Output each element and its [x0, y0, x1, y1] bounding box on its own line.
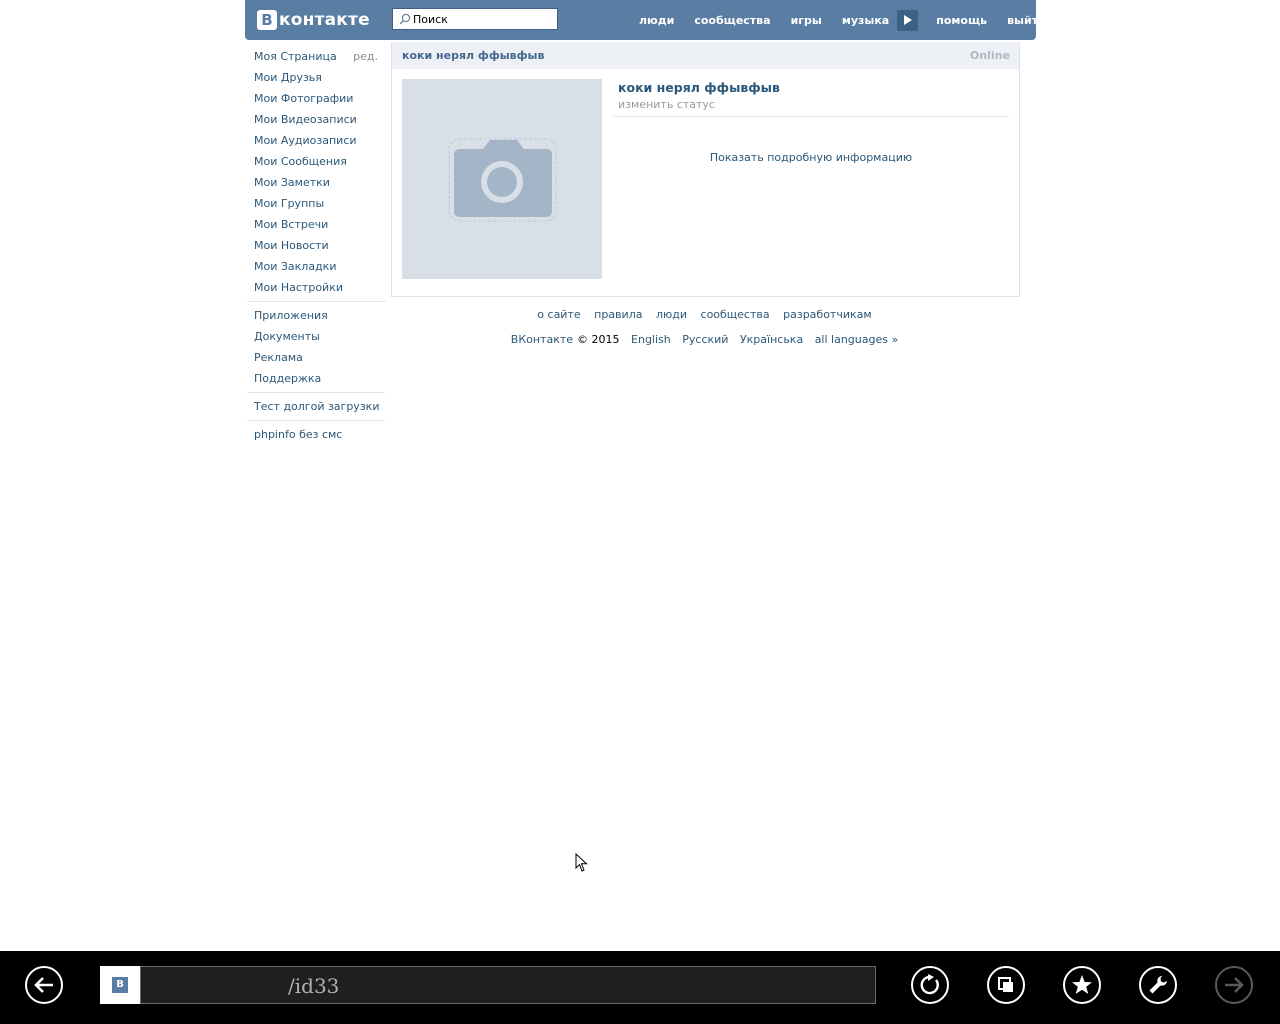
- top-header: В контакте люди сообщества игры музыка п…: [245, 0, 1046, 40]
- sidebar-item-messages[interactable]: Мои Сообщения: [245, 151, 385, 172]
- profile-info: коки нерял ффывфыв изменить статус Показ…: [613, 79, 1009, 164]
- favorites-button[interactable]: [1063, 966, 1101, 1004]
- site-favicon: В: [100, 966, 140, 1004]
- lang-ukrainian[interactable]: Українська: [740, 333, 803, 346]
- sidebar-item-ads[interactable]: Реклама: [245, 347, 385, 368]
- forward-button[interactable]: [1215, 966, 1253, 1004]
- sidebar-item-phpinfo[interactable]: phpinfo без смс: [245, 424, 385, 445]
- lang-all[interactable]: all languages »: [815, 333, 899, 346]
- back-arrow-icon: [34, 977, 53, 993]
- vk-logo[interactable]: В контакте: [257, 8, 370, 32]
- sidebar-item-notes[interactable]: Мои Заметки: [245, 172, 385, 193]
- address-bar[interactable]: [140, 966, 876, 1004]
- footer-link-rules[interactable]: правила: [594, 308, 642, 321]
- footer-copyright: © 2015: [577, 333, 620, 346]
- footer-link-communities[interactable]: сообщества: [701, 308, 770, 321]
- profile-full-name: коки нерял ффывфыв: [618, 80, 780, 95]
- vk-logo-box: В: [257, 10, 277, 30]
- footer-links: о сайте правила люди сообщества разработ…: [391, 308, 1018, 321]
- change-status-link[interactable]: изменить статус: [613, 98, 1009, 111]
- sidebar-item-settings[interactable]: Мои Настройки: [245, 277, 385, 298]
- nav-music[interactable]: музыка: [832, 14, 899, 27]
- left-sidebar: Моя Страница ред. Мои Друзья Мои Фотограф…: [245, 46, 385, 445]
- refresh-button[interactable]: [911, 966, 949, 1004]
- sidebar-divider: [247, 301, 385, 302]
- sidebar-item-load-test[interactable]: Тест долгой загрузки: [245, 396, 385, 417]
- sidebar-item-events[interactable]: Мои Встречи: [245, 214, 385, 235]
- nav-communities[interactable]: сообщества: [684, 14, 780, 27]
- play-icon: [903, 15, 912, 25]
- url-input[interactable]: [286, 973, 790, 999]
- music-play-button[interactable]: [897, 9, 919, 31]
- refresh-icon: [920, 974, 939, 995]
- vk-favicon-icon: В: [112, 977, 128, 993]
- tabs-icon: [998, 977, 1013, 992]
- profile-header: коки нерял ффывфыв Online: [392, 42, 1019, 69]
- search-input[interactable]: [413, 12, 553, 26]
- star-icon: [1072, 975, 1092, 994]
- vk-logo-text: контакте: [279, 10, 370, 30]
- camera-icon: [448, 138, 557, 222]
- sidebar-item-my-page[interactable]: Моя Страница ред.: [245, 46, 385, 67]
- profile-header-name: коки нерял ффывфыв: [402, 49, 545, 62]
- avatar[interactable]: [402, 79, 602, 279]
- tabs-button[interactable]: [987, 966, 1025, 1004]
- nav-people[interactable]: люди: [629, 14, 684, 27]
- sidebar-item-apps[interactable]: Приложения: [245, 305, 385, 326]
- info-divider: [613, 116, 1009, 117]
- sidebar-item-news[interactable]: Мои Новости: [245, 235, 385, 256]
- lang-english[interactable]: English: [631, 333, 671, 346]
- sidebar-item-groups[interactable]: Мои Группы: [245, 193, 385, 214]
- forward-arrow-icon: [1225, 977, 1244, 993]
- nav-games[interactable]: игры: [781, 14, 832, 27]
- footer-link-developers[interactable]: разработчикам: [783, 308, 872, 321]
- footer-brand-link[interactable]: ВКонтакте: [511, 333, 573, 346]
- footer-link-people[interactable]: люди: [656, 308, 687, 321]
- lang-russian[interactable]: Русский: [682, 333, 728, 346]
- search-box[interactable]: [392, 8, 558, 30]
- search-icon: [399, 13, 411, 25]
- sidebar-item-photos[interactable]: Мои Фотографии: [245, 88, 385, 109]
- sidebar-item-videos[interactable]: Мои Видеозаписи: [245, 109, 385, 130]
- back-button[interactable]: [25, 966, 63, 1004]
- sidebar-item-audio[interactable]: Мои Аудиозаписи: [245, 130, 385, 151]
- footer-languages: ВКонтакте © 2015 English Русский Українсь…: [391, 333, 1018, 346]
- sidebar-divider: [247, 392, 385, 393]
- page-tools-button[interactable]: [1139, 966, 1177, 1004]
- nav-logout[interactable]: выйти: [997, 14, 1056, 27]
- sidebar-item-documents[interactable]: Документы: [245, 326, 385, 347]
- sidebar-item-bookmarks[interactable]: Мои Закладки: [245, 256, 385, 277]
- edit-link[interactable]: ред.: [353, 46, 378, 67]
- sidebar-item-support[interactable]: Поддержка: [245, 368, 385, 389]
- sidebar-divider: [247, 420, 385, 421]
- mouse-cursor-icon: [575, 853, 588, 872]
- browser-app-bar: В: [0, 951, 1280, 1024]
- online-status: Online: [969, 49, 1010, 62]
- profile-panel: коки нерял ффывфыв Online коки нерял ффы…: [391, 42, 1020, 297]
- nav-help[interactable]: помощь: [926, 14, 997, 27]
- show-details-link[interactable]: Показать подробную информацию: [613, 151, 1009, 164]
- wrench-icon: [1149, 976, 1167, 994]
- footer-link-about[interactable]: о сайте: [537, 308, 580, 321]
- sidebar-item-friends[interactable]: Мои Друзья: [245, 67, 385, 88]
- sidebar-item-label: Моя Страница: [254, 50, 337, 63]
- top-nav: люди сообщества игры музыка помощь выйти: [629, 0, 1056, 40]
